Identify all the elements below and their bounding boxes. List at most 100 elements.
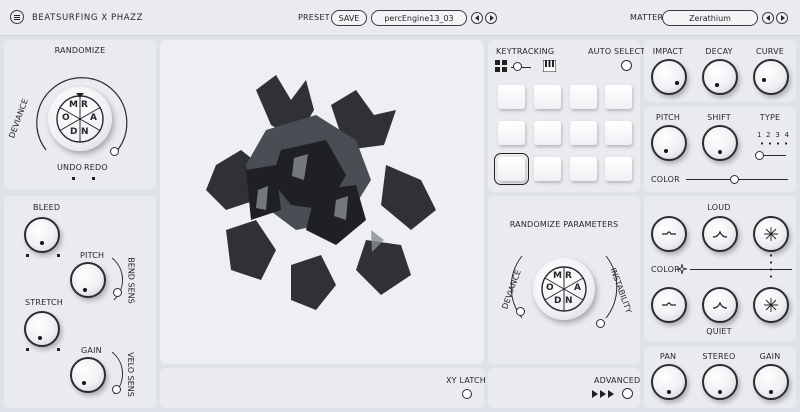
type-option[interactable]: 2 [766,131,770,139]
top-bar: BEATSURFING X PHAZZ PRESET SAVE percEngi… [0,0,800,36]
xy-latch-toggle[interactable] [462,389,472,399]
pad-1[interactable] [498,85,525,109]
pad-11[interactable] [570,157,597,181]
pitch-knob[interactable] [70,262,106,298]
randomize-params-instability-handle[interactable] [596,319,605,328]
type-option[interactable]: 3 [775,131,779,139]
pad-10[interactable] [534,157,561,181]
wheel-letter-o: O [546,283,554,293]
pan-label: PAN [659,352,677,361]
curve-label: CURVE [755,47,785,56]
quiet-1-knob[interactable] [651,287,687,323]
randomize-params-deviance-handle[interactable] [516,307,525,316]
curve-icon [662,302,676,306]
pad-9[interactable] [494,153,529,185]
decay-knob[interactable] [702,59,738,95]
grid-icon[interactable] [495,60,507,72]
randomize-deviance-handle[interactable] [110,147,119,156]
arrow-left-icon [474,15,479,21]
sparkle-icon [764,298,778,312]
xy-latch-label: XY LATCH [446,376,487,385]
advanced-play-icon[interactable] [592,390,614,398]
pad-3[interactable] [570,85,597,109]
matter-sculpture [206,75,436,310]
stereo-label: STEREO [702,352,736,361]
tone-pitch-knob[interactable] [651,125,687,161]
dynamics-color-label: COLOR [651,265,680,274]
arrow-left-icon [765,15,770,21]
wheel-letter-n: N [565,296,573,306]
wheel-letter-a: A [574,283,581,293]
pad-2[interactable] [534,85,561,109]
dynamics-color-track [690,269,792,270]
gain-knob[interactable] [70,357,106,393]
randomize-parameters-title: RANDOMIZE PARAMETERS [509,220,619,229]
bleed-label: BLEED [33,203,61,212]
arrow-right-icon [489,15,494,21]
bend-sens-handle[interactable] [113,288,122,297]
loud-1-knob[interactable] [651,216,687,252]
pan-knob[interactable] [651,364,687,400]
pad-8[interactable] [605,121,632,145]
type-label: TYPE [759,113,781,122]
curve-knob[interactable] [753,59,789,95]
piano-icon[interactable] [543,60,556,72]
wheel-letter-d: D [70,127,78,137]
output-gain-label: GAIN [759,352,781,361]
matter-prev-button[interactable] [762,12,774,24]
advanced-toggle[interactable] [622,388,633,399]
wheel-letter-m: M [553,271,562,281]
wheel-letter-o: O [62,113,70,123]
advanced-label: ADVANCED [594,376,641,385]
quiet-2-knob[interactable] [702,287,738,323]
pad-5[interactable] [498,121,525,145]
type-selector[interactable]: 1 2 3 4 [757,131,789,139]
auto-select-label: AUTO SELECT [588,47,646,56]
wheel-letter-d: D [554,296,562,306]
save-button[interactable]: SAVE [331,10,367,26]
matter-name-field[interactable]: Zerathium [662,10,758,26]
preset-next-button[interactable] [485,12,497,24]
undo-button[interactable]: UNDO [57,163,82,172]
type-option[interactable]: 4 [785,131,789,139]
auto-select-toggle[interactable] [621,60,632,71]
sparkle-icon [677,264,687,274]
pad-4[interactable] [605,85,632,109]
velo-sens-handle[interactable] [112,385,121,394]
wheel-letter-a: A [90,113,97,123]
output-gain-knob[interactable] [753,364,789,400]
randomize-wheel-button[interactable]: R A N D O M [48,87,112,151]
pitch-label: PITCH [80,251,105,260]
preset-label: PRESET [298,13,330,22]
curve-icon [712,230,728,238]
stretch-label: STRETCH [25,298,63,307]
type-slider-handle[interactable] [755,151,764,160]
quiet-3-knob[interactable] [753,287,789,323]
preset-name-field[interactable]: percEngine13_03 [371,10,467,26]
redo-button[interactable]: REDO [84,163,108,172]
type-option[interactable]: 1 [757,131,761,139]
menu-button[interactable] [10,10,24,24]
loud-2-knob[interactable] [702,216,738,252]
randomize-params-wheel-button[interactable]: R A N D O M [533,258,595,320]
stretch-knob[interactable] [24,311,60,347]
tone-color-label: COLOR [651,175,680,184]
wheel-letter-m: M [69,100,78,110]
tone-color-handle[interactable] [730,175,739,184]
keytracking-slider-handle[interactable] [513,62,522,71]
shift-knob[interactable] [702,125,738,161]
wheel-letter-n: N [81,127,89,137]
pad-6[interactable] [534,121,561,145]
wheel-letter-r: R [565,271,572,281]
bleed-knob[interactable] [24,217,60,253]
preset-prev-button[interactable] [471,12,483,24]
decay-label: DECAY [705,47,733,56]
pad-7[interactable] [570,121,597,145]
matter-next-button[interactable] [776,12,788,24]
loud-3-knob[interactable] [753,216,789,252]
stereo-knob[interactable] [702,364,738,400]
app-title: BEATSURFING X PHAZZ [32,13,144,23]
advanced-bar [488,368,640,408]
impact-knob[interactable] [651,59,687,95]
pad-12[interactable] [605,157,632,181]
